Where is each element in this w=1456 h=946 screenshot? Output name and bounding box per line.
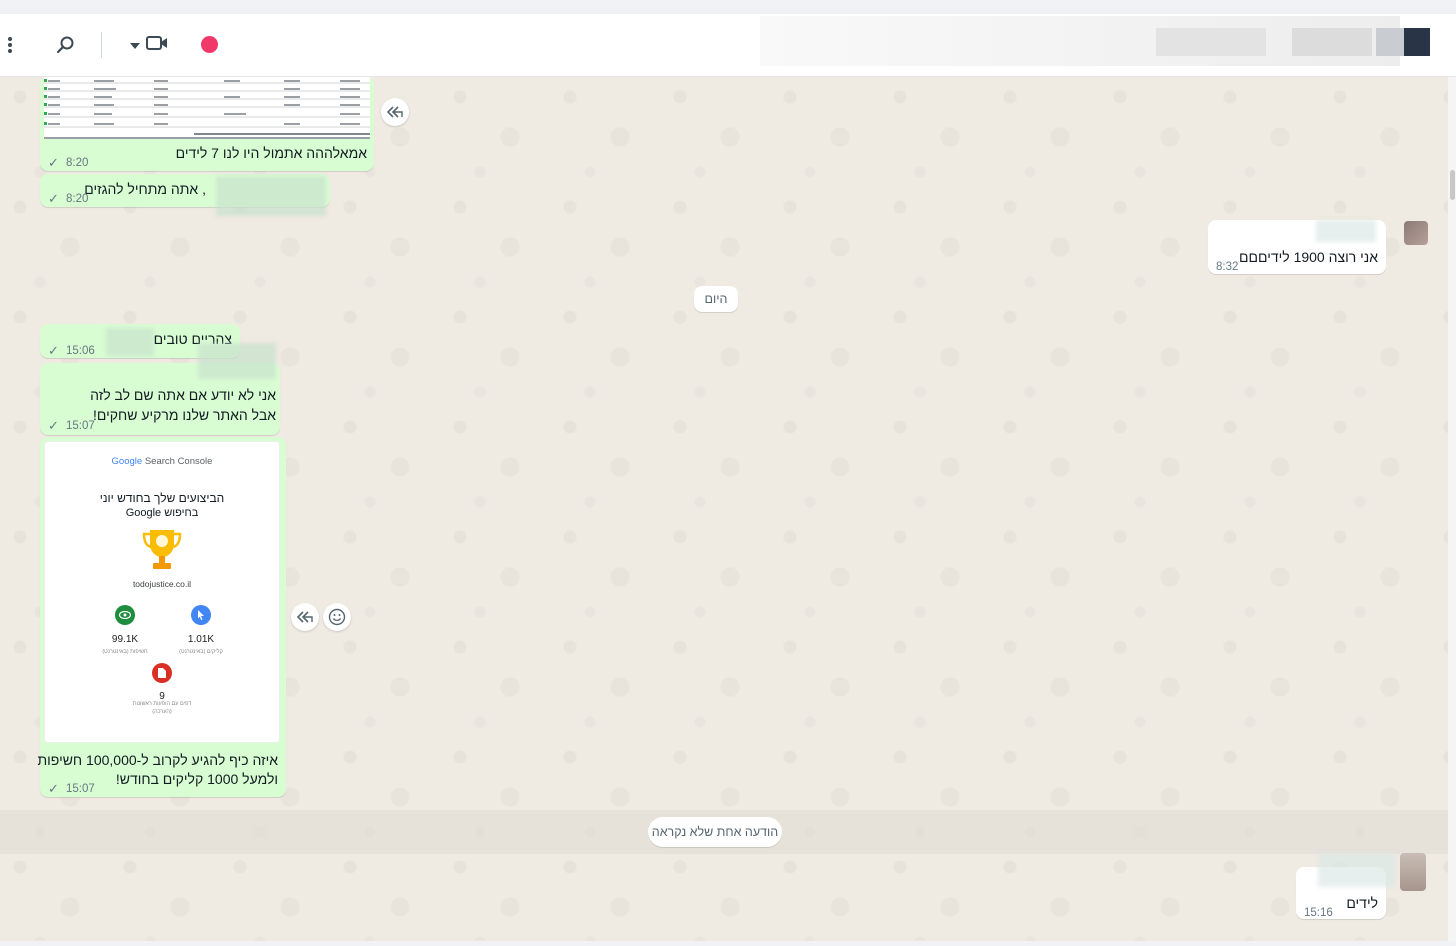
message-bubble-incoming[interactable]: אני רוצה 1900 לידיםםם 8:32 — [1208, 220, 1386, 274]
chevron-down-icon — [130, 36, 140, 54]
card-title-line: בחיפוש Google — [125, 507, 199, 519]
message-text-line: איזה כיף להגיע לקרוב ל-100,000 חשיפות — [37, 752, 279, 768]
video-call-button[interactable] — [124, 14, 174, 76]
search-console-logo: Google Search Console — [111, 456, 213, 467]
video-call-icon — [146, 35, 168, 56]
message-bubble-outgoing[interactable]: , אתה מתחיל להגזים 8:20 ✓ — [40, 174, 330, 216]
message-time: 15:16 — [1304, 907, 1333, 919]
sender-avatar[interactable] — [1400, 853, 1426, 891]
redacted-name — [106, 328, 154, 356]
message-text-line: אני לא יודע אם אתה שם לב לזה — [90, 387, 276, 403]
message-time: 8:32 — [1216, 261, 1239, 273]
clicks-label: קליקים (באינטרנט) — [179, 649, 223, 655]
message-bubble-outgoing[interactable]: אני לא יודע אם אתה שם לב לזה אבל האתר של… — [40, 343, 280, 435]
trophy-icon — [142, 526, 182, 579]
emoji-reaction-icon[interactable] — [323, 603, 351, 631]
single-check-icon: ✓ — [48, 781, 59, 796]
contact-avatar[interactable] — [1404, 28, 1430, 56]
message-time: 15:07 — [66, 420, 95, 432]
redacted-sender-name — [1316, 220, 1376, 242]
page-icon — [152, 663, 172, 683]
message-text: , אתה מתחיל להגזים — [84, 181, 206, 197]
record-dot[interactable] — [201, 36, 218, 53]
message-bubble-outgoing[interactable]: אמאלההה אתמול היו לנו 7 לידים 8:20 ✓ — [40, 77, 374, 171]
date-divider: היום — [694, 286, 738, 312]
window-top-strip — [0, 0, 1456, 15]
single-check-icon: ✓ — [48, 155, 59, 170]
message-bubble-incoming[interactable]: לידים 15:16 — [1296, 853, 1396, 919]
message-time: 15:06 — [66, 345, 95, 357]
search-icon[interactable] — [52, 14, 80, 76]
redacted-name — [216, 176, 326, 216]
message-text-line: אבל האתר שלנו מרקיע שחקים! — [93, 407, 276, 423]
menu-dots-icon[interactable] — [0, 14, 20, 76]
contact-blur-tile — [1376, 28, 1404, 56]
redacted-sender-name — [1318, 853, 1396, 887]
message-text: אני רוצה 1900 לידיםםם — [1239, 249, 1378, 265]
message-time: 15:07 — [66, 783, 95, 795]
search-console-image[interactable]: Google Search Console הביצועים שלך בחודש… — [44, 441, 280, 743]
contact-name-blurred — [1156, 28, 1266, 56]
eye-icon — [115, 605, 135, 625]
single-check-icon: ✓ — [48, 418, 59, 433]
chat-header — [0, 14, 1456, 77]
cursor-icon — [191, 605, 211, 625]
message-text: אמאלההה אתמול היו לנו 7 לידים — [175, 145, 367, 161]
pages-label: דפים עם הופעות ראשונות (הערכה) — [132, 701, 192, 715]
message-text-line: ולמעל 1000 קליקים בחודש! — [115, 771, 278, 787]
redacted-name — [198, 343, 276, 379]
forward-icon[interactable] — [381, 98, 409, 126]
table-screenshot-thumbnail[interactable] — [44, 77, 370, 139]
chat-scrollbar[interactable] — [1448, 77, 1456, 941]
chat-messages-area[interactable]: אמאלההה אתמול היו לנו 7 לידים 8:20 ✓ , א… — [0, 77, 1448, 941]
message-time: 8:20 — [66, 193, 89, 205]
message-time: 8:20 — [66, 157, 89, 169]
site-domain: todojustice.co.il — [132, 579, 192, 589]
forward-icon[interactable] — [291, 603, 319, 631]
compose-bar-edge — [0, 941, 1456, 946]
message-text: לידים — [1346, 895, 1378, 911]
impressions-label: חשיפות (באינטרנט) — [102, 649, 148, 655]
chat-scrollbar-thumb[interactable] — [1450, 170, 1455, 200]
unread-divider: הודעה אחת שלא נקראה — [648, 817, 782, 847]
contact-status-blurred — [1292, 28, 1372, 56]
header-divider — [101, 32, 102, 58]
single-check-icon: ✓ — [48, 343, 59, 358]
message-bubble-image[interactable]: Google Search Console הביצועים שלך בחודש… — [37, 437, 286, 797]
sender-avatar[interactable] — [1404, 221, 1428, 245]
single-check-icon: ✓ — [48, 191, 59, 206]
